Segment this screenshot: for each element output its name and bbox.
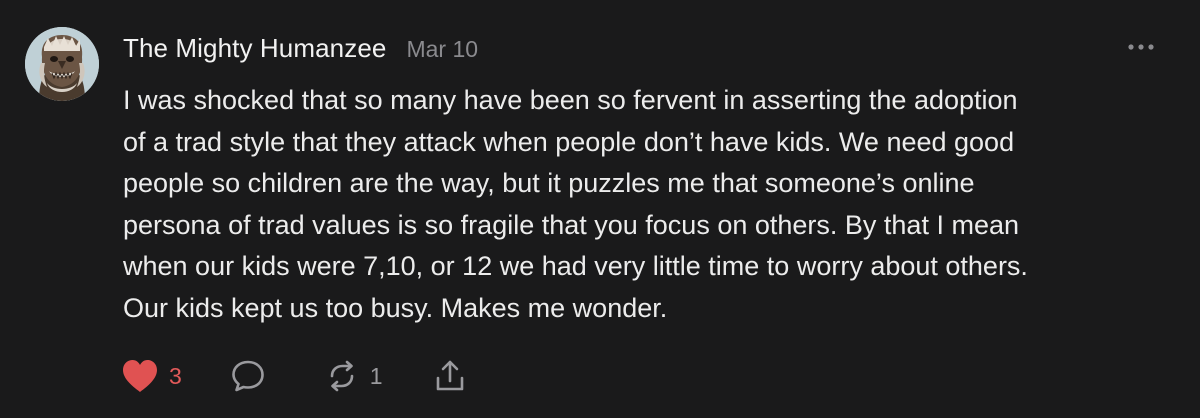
post-body-line: I was shocked that so many have been so … <box>123 85 1018 115</box>
reply-button[interactable] <box>230 356 266 396</box>
heart-icon <box>123 360 157 392</box>
post-body-line: of a trad style that they attack when pe… <box>123 126 1015 157</box>
more-horizontal-icon <box>1128 44 1154 50</box>
post-body-line: Our kids kept us too busy. Makes me wond… <box>123 292 668 323</box>
like-button[interactable]: 3 <box>121 356 182 396</box>
humanzee-avatar-icon <box>25 27 99 101</box>
post-body-line: persona of trad values is so fragile tha… <box>123 209 1019 240</box>
post-header: The Mighty Humanzee Mar 10 <box>123 33 478 67</box>
repost-button[interactable]: 1 <box>324 356 383 396</box>
post-body-line: when our kids were 7,10, or 12 we had ve… <box>123 251 1028 281</box>
post-actions: 3 1 <box>121 356 467 396</box>
more-options-button[interactable] <box>1124 36 1158 58</box>
share-button[interactable] <box>433 356 467 396</box>
repost-count: 1 <box>369 362 383 389</box>
post-date[interactable]: Mar 10 <box>406 36 478 63</box>
share-icon <box>436 360 463 391</box>
post-body: I was shocked that so many have been so … <box>123 80 1173 329</box>
like-count: 3 <box>169 362 182 389</box>
repost-icon <box>330 360 354 392</box>
author-name[interactable]: The Mighty Humanzee <box>123 33 386 64</box>
avatar[interactable] <box>25 27 99 101</box>
comment-icon <box>231 360 264 392</box>
post-body-line: people so children are the way, but it p… <box>123 168 975 198</box>
post-card: The Mighty Humanzee Mar 10 I was shocked… <box>0 0 1200 418</box>
